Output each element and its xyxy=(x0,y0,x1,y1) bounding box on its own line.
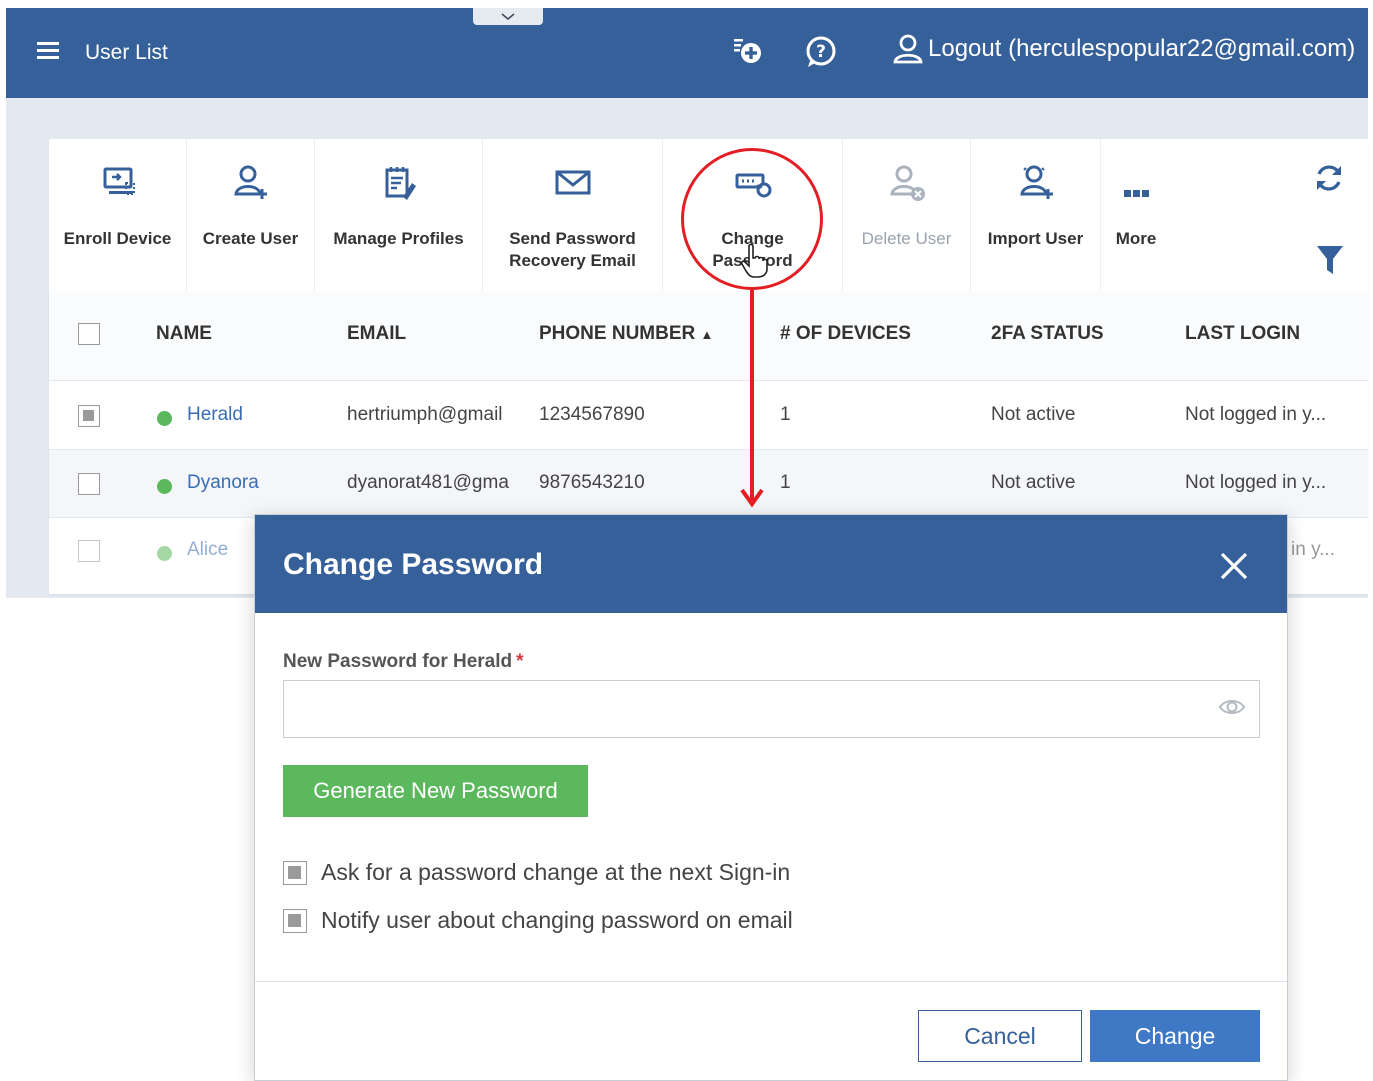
status-dot xyxy=(157,479,172,494)
user-2fa-status: Not active xyxy=(991,472,1076,493)
more-button[interactable]: More xyxy=(1101,139,1171,291)
page-title: User List xyxy=(85,41,168,64)
change-button[interactable]: Change xyxy=(1090,1010,1260,1062)
table-header: NAME EMAIL PHONE NUMBER ▲ # OF DEVICES 2… xyxy=(49,291,1368,381)
annotation-arrow xyxy=(750,290,754,502)
enroll-device-button[interactable]: Enroll Device xyxy=(49,139,187,291)
user-last-login: Not logged in y... xyxy=(1185,472,1327,493)
status-dot xyxy=(157,546,172,561)
password-field-label: New Password for Herald * xyxy=(283,651,524,673)
table-row[interactable]: Dyanora dyanorat481@gma 9876543210 1 Not… xyxy=(49,450,1368,518)
new-password-input[interactable] xyxy=(283,680,1260,738)
user-phone: 1234567890 xyxy=(539,404,645,425)
enroll-device-label: Enroll Device xyxy=(63,229,172,248)
ask-password-change-option[interactable]: Ask for a password change at the next Si… xyxy=(283,859,790,886)
change-password-icon xyxy=(735,173,771,198)
delete-user-button[interactable]: Delete User xyxy=(843,139,971,291)
change-password-button[interactable]: Change Password xyxy=(663,139,843,291)
create-user-button[interactable]: Create User xyxy=(187,139,315,291)
column-name[interactable]: NAME xyxy=(156,323,212,345)
chevron-down-icon xyxy=(501,12,515,20)
user-phone: 9876543210 xyxy=(539,472,645,493)
generate-password-button[interactable]: Generate New Password xyxy=(283,765,588,817)
envelope-icon xyxy=(555,170,590,195)
dialog-footer: Cancel Change xyxy=(255,981,1287,1081)
refresh-icon[interactable] xyxy=(1312,161,1346,195)
user-email: dyanorat481@gma xyxy=(347,472,509,493)
ask-password-change-label: Ask for a password change at the next Si… xyxy=(321,859,791,885)
column-phone-number-label: PHONE NUMBER xyxy=(539,323,696,344)
manage-profiles-button[interactable]: Manage Profiles xyxy=(315,139,483,291)
sort-ascending-icon: ▲ xyxy=(700,327,714,342)
delete-user-icon xyxy=(889,165,925,201)
cancel-button[interactable]: Cancel xyxy=(918,1010,1082,1062)
user-last-login: Not logged in y... xyxy=(1185,404,1327,425)
logout-label: Logout (herculespopular22@gmail.com) xyxy=(928,35,1356,62)
send-recovery-email-label: Send Password Recovery Email xyxy=(509,229,636,270)
hand-cursor-icon xyxy=(740,243,768,278)
column-2fa-status[interactable]: 2FA STATUS xyxy=(991,323,1104,345)
row-checkbox[interactable] xyxy=(78,473,100,495)
toolbar: Enroll Device Create User Manage Profile… xyxy=(49,139,1368,291)
manage-profiles-label: Manage Profiles xyxy=(333,229,464,248)
user-devices: 1 xyxy=(780,404,791,425)
column-last-login[interactable]: LAST LOGIN xyxy=(1185,323,1300,345)
required-asterisk: * xyxy=(516,651,524,672)
ask-password-change-checkbox[interactable] xyxy=(283,860,307,885)
delete-user-label: Delete User xyxy=(861,229,952,248)
row-checkbox[interactable] xyxy=(78,540,100,562)
create-user-icon xyxy=(233,165,267,199)
eye-icon[interactable] xyxy=(1218,693,1246,721)
notify-user-checkbox[interactable] xyxy=(283,908,307,933)
import-user-label: Import User xyxy=(987,229,1084,248)
user-name-link[interactable]: Dyanora xyxy=(187,472,259,494)
app-header: User List ? Logout (herculespopular22@gm… xyxy=(6,8,1368,98)
user-icon xyxy=(893,34,923,64)
user-name-link[interactable]: Alice xyxy=(187,539,228,561)
import-user-icon xyxy=(1019,165,1053,199)
user-email: hertriumph@gmail xyxy=(347,404,503,425)
filter-icon[interactable] xyxy=(1316,245,1344,275)
notify-user-label: Notify user about changing password on e… xyxy=(321,907,793,933)
svg-text:?: ? xyxy=(816,42,826,62)
user-2fa-status: Not active xyxy=(991,404,1076,425)
import-user-button[interactable]: Import User xyxy=(971,139,1101,291)
more-label: More xyxy=(1115,229,1157,248)
notify-user-option[interactable]: Notify user about changing password on e… xyxy=(283,907,793,934)
column-phone-number[interactable]: PHONE NUMBER ▲ xyxy=(539,323,713,345)
select-all-checkbox[interactable] xyxy=(78,323,100,345)
toolbar-side-icons xyxy=(1288,139,1368,291)
status-dot xyxy=(157,411,172,426)
row-checkbox[interactable] xyxy=(78,405,100,427)
user-name-link[interactable]: Herald xyxy=(187,404,243,426)
user-devices: 1 xyxy=(780,472,791,493)
close-icon[interactable] xyxy=(1219,551,1249,581)
create-user-label: Create User xyxy=(202,229,299,248)
dialog-title: Change Password xyxy=(283,548,544,581)
password-field-label-text: New Password for Herald xyxy=(283,651,513,672)
manage-profiles-icon xyxy=(385,167,416,200)
column-email[interactable]: EMAIL xyxy=(347,323,406,345)
change-password-dialog: Change Password New Password for Herald *… xyxy=(254,514,1288,1081)
logout-link[interactable]: Logout (herculespopular22@gmail.com) xyxy=(892,33,1355,65)
dialog-header: Change Password xyxy=(255,515,1287,613)
collapse-header-toggle[interactable] xyxy=(473,8,543,25)
column-devices[interactable]: # OF DEVICES xyxy=(780,323,911,345)
add-task-icon[interactable] xyxy=(730,34,766,70)
more-icon xyxy=(1124,190,1149,197)
menu-icon[interactable] xyxy=(37,42,59,60)
enroll-device-icon xyxy=(103,167,135,195)
arrow-head-icon xyxy=(740,488,764,508)
user-last-login: in y... xyxy=(1291,539,1335,560)
help-icon[interactable]: ? xyxy=(803,34,839,70)
table-row[interactable]: Herald hertriumph@gmail 1234567890 1 Not… xyxy=(49,382,1368,450)
send-recovery-email-button[interactable]: Send Password Recovery Email xyxy=(483,139,663,291)
